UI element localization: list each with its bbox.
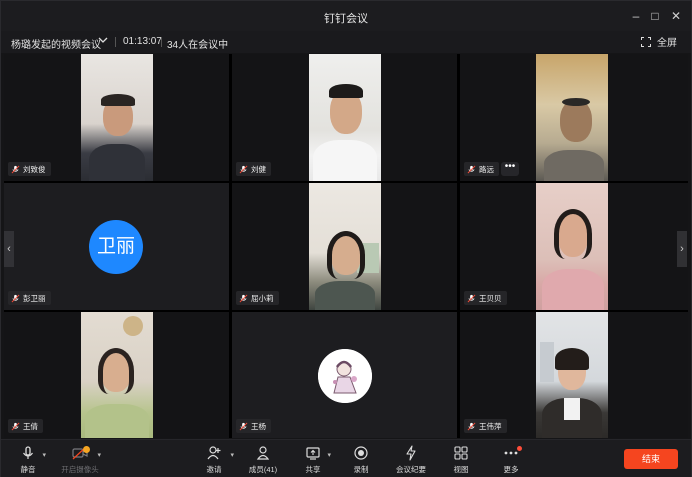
maximize-icon[interactable]: □ (646, 7, 664, 25)
cartoon-avatar-icon (318, 349, 372, 403)
add-person-icon (207, 446, 221, 460)
participant-count: 34人在会议中 (167, 40, 229, 51)
participant-video (536, 54, 608, 181)
warning-badge (83, 446, 90, 453)
video-tile[interactable]: 卫丽 彭卫丽 (4, 183, 229, 310)
participant-name-tag: 路远 (464, 162, 499, 176)
view-button[interactable]: 视图 (439, 445, 483, 475)
meeting-toolbar: 静音 ▾ 开启摄像头 ▾ 邀请 ▾ 成员(41) 共享 ▾ 录制 会议纪要 视图… (1, 439, 691, 477)
close-icon[interactable]: ✕ (667, 7, 685, 25)
video-tile[interactable]: 王倩 (4, 312, 229, 438)
meeting-window: 钉钉会议 – □ ✕ 杨璐发起的视频会议 01:13:07 34人在会议中 全屏 (0, 0, 692, 477)
mic-off-icon (467, 422, 476, 430)
caret-down-icon[interactable]: ▾ (230, 451, 234, 459)
people-icon (256, 446, 270, 460)
participant-avatar (318, 349, 372, 403)
minutes-button[interactable]: 会议纪要 (389, 445, 433, 475)
camera-label: 开启摄像头 (61, 465, 99, 474)
mic-off-icon (239, 165, 248, 173)
lightning-icon (406, 445, 416, 461)
video-tile[interactable]: 刘致俊 (4, 54, 229, 181)
participant-name-tag: 刘健 (236, 162, 271, 176)
participant-more-button[interactable]: ••• (501, 162, 519, 176)
grid-view-icon (454, 446, 468, 460)
screen-share-icon (306, 447, 320, 460)
fullscreen-label: 全屏 (657, 38, 677, 49)
title-bar: 钉钉会议 – □ ✕ (1, 1, 691, 31)
participant-name-tag: 王贝贝 (464, 291, 507, 305)
minimize-icon[interactable]: – (627, 7, 645, 25)
divider (161, 37, 162, 47)
caret-down-icon[interactable]: ▾ (327, 451, 331, 459)
participant-name-tag: 王倩 (8, 419, 43, 433)
participant-name: 王贝贝 (479, 293, 502, 303)
participant-video (309, 54, 381, 181)
camera-button[interactable]: 开启摄像头 ▾ (57, 445, 103, 475)
participant-name: 彭卫丽 (23, 293, 46, 303)
participant-name: 路远 (479, 164, 494, 174)
video-grid: 刘致俊 刘健 路远 ••• 卫丽 彭卫丽 屈小莉 王贝贝 王倩 王杨 王伟萍 (4, 54, 688, 438)
mute-button[interactable]: 静音 ▾ (6, 445, 50, 475)
mute-label: 静音 (20, 465, 36, 474)
mic-off-icon (11, 422, 20, 430)
participant-name-tag: 王杨 (236, 419, 271, 433)
meeting-duration: 01:13:07 (123, 36, 162, 47)
members-label: 成员(41) (248, 465, 278, 474)
previous-page-button[interactable]: ‹ (4, 231, 14, 267)
mic-off-icon (11, 165, 20, 173)
more-label: 更多 (503, 465, 519, 474)
participant-name-tag: 屈小莉 (236, 291, 279, 305)
record-icon (354, 446, 368, 460)
record-label: 录制 (353, 465, 369, 474)
share-button[interactable]: 共享 ▾ (291, 445, 335, 475)
participant-name-tag: 王伟萍 (464, 419, 507, 433)
video-tile[interactable]: 王杨 (232, 312, 457, 438)
caret-down-icon[interactable]: ▾ (42, 451, 46, 459)
caret-down-icon[interactable]: ▾ (97, 451, 101, 459)
mic-off-icon (11, 294, 20, 302)
chevron-down-icon[interactable] (97, 34, 109, 46)
mic-off-icon (239, 422, 248, 430)
participant-video (536, 312, 608, 438)
members-button[interactable]: 成员(41) (241, 445, 285, 475)
mic-off-icon (467, 294, 476, 302)
participant-name: 刘致俊 (23, 164, 46, 174)
video-tile[interactable]: 路远 ••• (460, 54, 688, 181)
next-page-button[interactable]: › (677, 231, 687, 267)
participant-video (536, 183, 608, 310)
share-label: 共享 (305, 465, 321, 474)
participant-name-tag: 刘致俊 (8, 162, 51, 176)
participant-video (309, 183, 381, 310)
view-label: 视图 (453, 465, 469, 474)
participant-name: 屈小莉 (251, 293, 274, 303)
mic-off-icon (467, 165, 476, 173)
invite-label: 邀请 (206, 465, 222, 474)
window-title: 钉钉会议 (324, 13, 368, 25)
mic-off-icon (239, 294, 248, 302)
fullscreen-icon (641, 36, 651, 47)
participant-name: 刘健 (251, 164, 266, 174)
participant-video (81, 54, 153, 181)
divider (115, 37, 116, 47)
video-tile[interactable]: 刘健 (232, 54, 457, 181)
participant-video (81, 312, 153, 438)
record-button[interactable]: 录制 (339, 445, 383, 475)
meeting-name[interactable]: 杨璐发起的视频会议 (11, 36, 101, 51)
more-button[interactable]: 更多 (489, 445, 533, 475)
video-tile[interactable]: 屈小莉 (232, 183, 457, 310)
participant-name: 王倩 (23, 421, 38, 431)
participant-name: 王杨 (251, 421, 266, 431)
end-meeting-button[interactable]: 结束 (624, 449, 678, 469)
minutes-label: 会议纪要 (396, 465, 426, 474)
meeting-info-bar: 杨璐发起的视频会议 01:13:07 34人在会议中 全屏 (1, 31, 691, 53)
invite-button[interactable]: 邀请 ▾ (192, 445, 236, 475)
video-tile[interactable]: 王贝贝 (460, 183, 688, 310)
participant-name-tag: 彭卫丽 (8, 291, 51, 305)
video-tile[interactable]: 王伟萍 (460, 312, 688, 438)
fullscreen-button[interactable]: 全屏 (641, 34, 677, 49)
notification-dot (517, 446, 522, 451)
participant-name: 王伟萍 (479, 421, 502, 431)
participant-avatar: 卫丽 (89, 220, 143, 274)
microphone-icon (23, 446, 33, 459)
